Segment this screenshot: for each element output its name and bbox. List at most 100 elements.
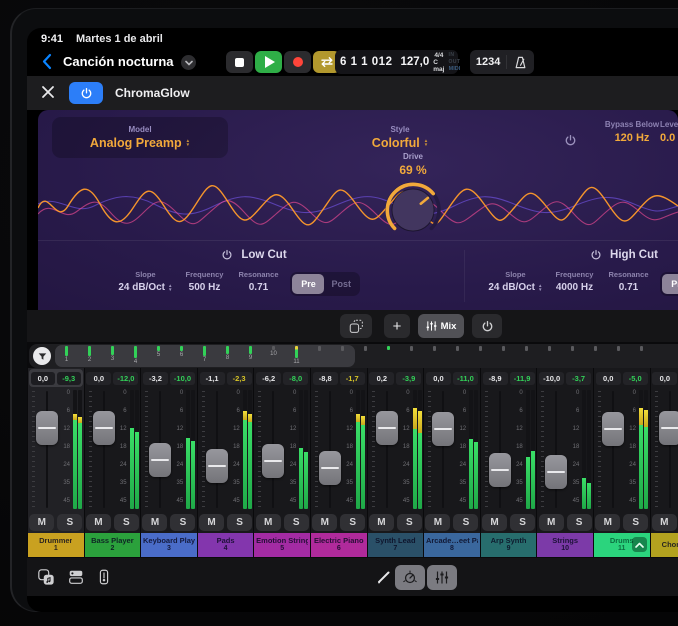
add-button[interactable]: + (384, 314, 410, 338)
track-name[interactable]: Pads 4 (198, 533, 254, 557)
volume-value[interactable]: 0,0 (426, 372, 451, 385)
track-name[interactable]: Drummer 1 (28, 533, 84, 557)
fader-handle[interactable] (36, 411, 58, 445)
volume-value[interactable]: -8,8 (313, 372, 338, 385)
mute-button[interactable]: M (256, 514, 281, 531)
time-signature-key[interactable]: 4/4 C maj (433, 52, 444, 73)
controls-view-button[interactable] (395, 565, 425, 590)
navigator-track[interactable] (377, 344, 400, 368)
volume-value[interactable]: 0,0 (596, 372, 621, 385)
playhead-position[interactable]: 6 1 1 012 (340, 56, 392, 68)
browser-button[interactable] (65, 566, 87, 588)
track-name[interactable]: Synth Lead 7 (368, 533, 424, 557)
bypass-power-icon[interactable] (564, 134, 577, 147)
back-icon[interactable] (42, 53, 52, 70)
navigator-track[interactable]: 3 (101, 344, 124, 368)
volume-value[interactable]: 0,0 (31, 372, 55, 385)
fader-handle[interactable] (659, 411, 678, 445)
navigator-track[interactable] (515, 344, 538, 368)
metronome-icon[interactable] (513, 55, 528, 70)
navigator-track[interactable] (630, 344, 653, 368)
mix-button[interactable]: Mix (418, 314, 464, 338)
navigator-track[interactable] (331, 344, 354, 368)
mute-button[interactable]: M (29, 514, 54, 531)
stop-button[interactable] (226, 51, 253, 73)
edit-button[interactable] (373, 566, 395, 588)
navigator-track[interactable] (607, 344, 630, 368)
track-name[interactable]: Emotion Strings 5 (254, 533, 310, 557)
mute-button[interactable]: M (199, 514, 224, 531)
low-cut-slope[interactable]: Slope 24 dB/Oct ▲▼ (118, 270, 172, 293)
track-name[interactable]: Arcade…eet Pad 8 (424, 533, 480, 557)
solo-button[interactable]: S (510, 514, 535, 531)
mute-button[interactable]: M (652, 514, 677, 531)
high-cut-frequency[interactable]: Frequency 4000 Hz (552, 270, 596, 293)
solo-button[interactable]: S (453, 514, 478, 531)
solo-button[interactable]: S (284, 514, 309, 531)
volume-value[interactable]: -1,1 (200, 372, 225, 385)
pre-button[interactable]: Pre (662, 274, 678, 294)
mute-button[interactable]: M (595, 514, 620, 531)
drive-knob[interactable] (383, 180, 443, 240)
navigator-track[interactable]: 7 (193, 344, 216, 368)
plugin-power-button[interactable] (69, 82, 103, 104)
navigator-track[interactable] (400, 344, 423, 368)
track-name[interactable]: Chorus V (651, 533, 678, 557)
navigator-track[interactable] (308, 344, 331, 368)
low-cut-frequency[interactable]: Frequency 500 Hz (182, 270, 226, 293)
solo-button[interactable]: S (623, 514, 648, 531)
navigator-track[interactable]: 4 (124, 344, 147, 368)
track-name[interactable]: Electric Piano 6 (311, 533, 367, 557)
fader-handle[interactable] (319, 451, 341, 485)
mute-button[interactable]: M (312, 514, 337, 531)
navigator-track[interactable]: 9 (239, 344, 262, 368)
track-name[interactable]: Drums 11 (594, 533, 650, 557)
tempo-value[interactable]: 127,0 (400, 56, 429, 68)
song-menu-chevron-icon[interactable] (181, 55, 196, 70)
low-cut-power-icon[interactable] (221, 249, 233, 261)
close-icon[interactable] (41, 85, 57, 101)
solo-button[interactable]: S (567, 514, 592, 531)
solo-button[interactable]: S (227, 514, 252, 531)
song-title[interactable]: Canción nocturna (63, 54, 174, 69)
navigator-track[interactable] (584, 344, 607, 368)
collapse-stack-button[interactable] (632, 537, 647, 552)
navigator-track[interactable]: 11 (285, 344, 308, 368)
fader-handle[interactable] (602, 412, 624, 446)
solo-button[interactable]: S (114, 514, 139, 531)
volume-value[interactable]: -3,2 (143, 372, 168, 385)
solo-button[interactable]: S (397, 514, 422, 531)
navigator-track[interactable]: 1 (55, 344, 78, 368)
pre-button[interactable]: Pre (292, 274, 324, 294)
track-name[interactable]: Bass Player 2 (85, 533, 141, 557)
fader-handle[interactable] (93, 411, 115, 445)
navigator-track[interactable] (423, 344, 446, 368)
volume-value[interactable]: -6,2 (256, 372, 281, 385)
navigator-track[interactable] (538, 344, 561, 368)
track-name[interactable]: Keyboard Player 3 (141, 533, 197, 557)
mixer-view-button[interactable] (427, 565, 457, 590)
navigator-track[interactable] (561, 344, 584, 368)
navigator-track[interactable]: 6 (170, 344, 193, 368)
volume-value[interactable]: -10,0 (539, 372, 564, 385)
navigator-track[interactable]: 8 (216, 344, 239, 368)
high-cut-slope[interactable]: Slope 24 dB/Oct ▲▼ (488, 270, 542, 293)
fader-handle[interactable] (149, 443, 171, 477)
track-name[interactable]: Arp Synth 9 (481, 533, 537, 557)
mute-button[interactable]: M (425, 514, 450, 531)
level-control[interactable]: Level 0.0 (660, 120, 678, 144)
mute-button[interactable]: M (369, 514, 394, 531)
volume-value[interactable]: 0,0 (86, 372, 111, 385)
play-surface-button[interactable] (93, 566, 115, 588)
high-cut-resonance[interactable]: Resonance 0.71 (606, 270, 650, 293)
navigator-track[interactable]: 10 (262, 344, 285, 368)
navigator-track[interactable]: 2 (78, 344, 101, 368)
mute-button[interactable]: M (142, 514, 167, 531)
filter-button[interactable] (33, 347, 51, 365)
track-name[interactable]: Strings 10 (537, 533, 593, 557)
navigator-track[interactable] (446, 344, 469, 368)
lcd-display[interactable]: 6 1 1 012 127,0 4/4 C maj IN OUT MIDI (335, 50, 458, 74)
fader-handle[interactable] (262, 444, 284, 478)
solo-button[interactable]: S (170, 514, 195, 531)
mute-button[interactable]: M (86, 514, 111, 531)
